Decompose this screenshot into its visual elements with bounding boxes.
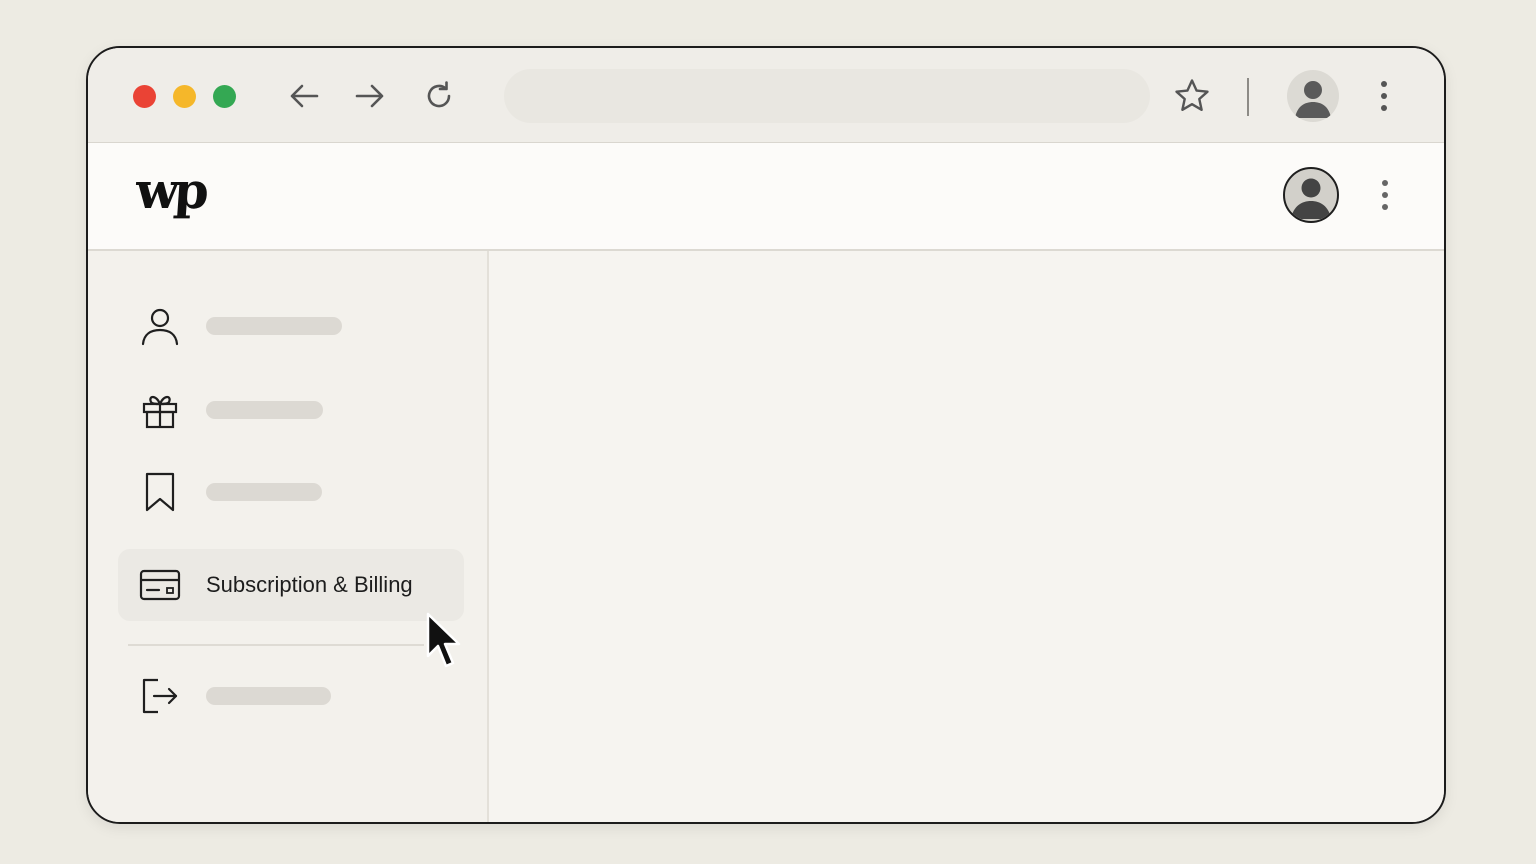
sidebar-item-subscription-billing[interactable]: Subscription & Billing <box>118 549 464 621</box>
toolbar-divider <box>1247 78 1249 116</box>
kebab-menu-icon <box>1382 180 1388 210</box>
minimize-window-button[interactable] <box>173 85 196 108</box>
bookmark-icon <box>138 470 182 514</box>
sidebar-divider <box>128 644 424 646</box>
sidebar-item-label-placeholder <box>206 317 342 335</box>
browser-toolbar <box>88 48 1444 143</box>
gift-icon <box>138 388 182 432</box>
avatar-icon <box>1295 81 1331 118</box>
star-icon <box>1175 79 1209 111</box>
sidebar-item-label-placeholder <box>206 687 331 705</box>
browser-menu-button[interactable] <box>1364 76 1404 116</box>
forward-button[interactable] <box>350 76 390 116</box>
main-content <box>489 251 1444 822</box>
close-window-button[interactable] <box>133 85 156 108</box>
account-avatar-button[interactable] <box>1283 167 1339 223</box>
bookmark-star-button[interactable] <box>1172 76 1212 116</box>
person-icon <box>138 304 182 348</box>
address-bar[interactable] <box>504 69 1150 123</box>
sign-out-icon <box>138 674 182 718</box>
sidebar-item-profile[interactable] <box>118 290 464 362</box>
browser-profile-button[interactable] <box>1287 70 1339 122</box>
account-sidebar: Subscription & Billing <box>88 251 489 822</box>
site-logo[interactable]: wp <box>134 161 206 221</box>
reload-icon <box>427 81 451 108</box>
site-header: wp <box>88 143 1444 251</box>
sidebar-item-saved[interactable] <box>118 456 464 528</box>
sidebar-item-label-placeholder <box>206 483 322 501</box>
sidebar-item-label: Subscription & Billing <box>206 572 413 597</box>
credit-card-icon <box>138 563 182 607</box>
arrow-right-icon <box>355 84 384 108</box>
browser-window: wp Subscription & Billing <box>86 46 1446 824</box>
sidebar-item-sign-out[interactable] <box>118 660 464 732</box>
reload-button[interactable] <box>419 76 459 116</box>
sidebar-item-label-placeholder <box>206 401 323 419</box>
arrow-left-icon <box>290 84 319 108</box>
avatar-icon <box>1291 178 1331 219</box>
kebab-menu-icon <box>1381 81 1387 111</box>
site-menu-button[interactable] <box>1370 174 1400 216</box>
sidebar-item-gifts[interactable] <box>118 374 464 446</box>
back-button[interactable] <box>284 76 324 116</box>
maximize-window-button[interactable] <box>213 85 236 108</box>
